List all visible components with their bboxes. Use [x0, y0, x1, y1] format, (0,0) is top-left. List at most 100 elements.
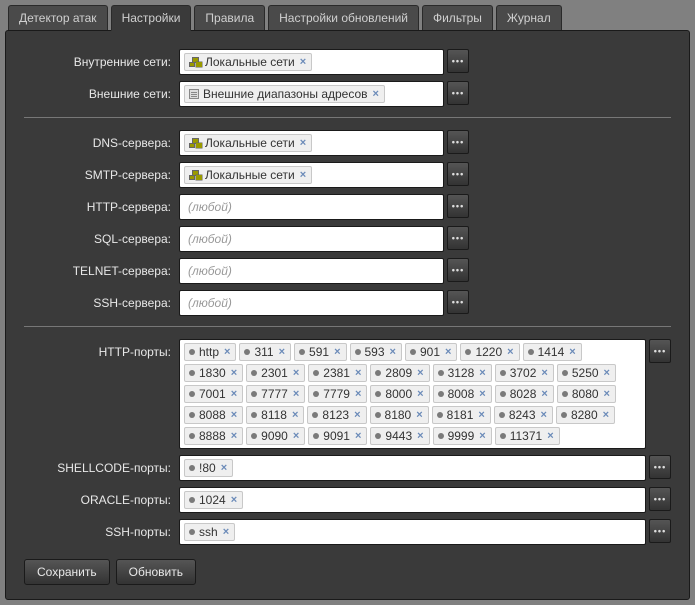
port-tag[interactable]: 8243×	[494, 406, 553, 424]
remove-tag-icon[interactable]: ×	[223, 346, 231, 358]
remove-tag-icon[interactable]: ×	[478, 388, 486, 400]
tag-local-nets[interactable]: Локальные сети×	[184, 53, 312, 71]
port-tag[interactable]: 2381×	[308, 364, 367, 382]
port-tag[interactable]: 9443×	[370, 427, 429, 445]
remove-tag-icon[interactable]: ×	[603, 367, 611, 379]
port-tag[interactable]: 8008×	[433, 385, 492, 403]
port-tag[interactable]: 3702×	[495, 364, 554, 382]
tag-local-nets[interactable]: Локальные сети×	[184, 134, 312, 152]
remove-tag-icon[interactable]: ×	[230, 388, 238, 400]
port-tag[interactable]: http×	[184, 343, 236, 361]
more-button[interactable]: •••	[447, 49, 469, 73]
port-tag[interactable]: 3128×	[433, 364, 492, 382]
more-button[interactable]: •••	[447, 226, 469, 250]
port-tag[interactable]: 5250×	[557, 364, 616, 382]
remove-tag-icon[interactable]: ×	[477, 409, 485, 421]
shellcode-ports-field[interactable]: !80×	[179, 455, 646, 481]
port-tag[interactable]: 8000×	[370, 385, 429, 403]
port-tag[interactable]: 1830×	[184, 364, 243, 382]
port-tag[interactable]: 901×	[405, 343, 457, 361]
remove-tag-icon[interactable]: ×	[444, 346, 452, 358]
more-button[interactable]: •••	[447, 258, 469, 282]
remove-tag-icon[interactable]: ×	[415, 409, 423, 421]
port-tag[interactable]: 9091×	[308, 427, 367, 445]
port-tag[interactable]: 8088×	[184, 406, 243, 424]
http-servers-field[interactable]: (любой)	[179, 194, 444, 220]
tab-1[interactable]: Настройки	[111, 5, 192, 31]
remove-tag-icon[interactable]: ×	[353, 409, 361, 421]
port-tag[interactable]: 2301×	[246, 364, 305, 382]
external-nets-field[interactable]: Внешние диапазоны адресов×	[179, 81, 444, 107]
ssh-servers-field[interactable]: (любой)	[179, 290, 444, 316]
oracle-ports-field[interactable]: 1024×	[179, 487, 646, 513]
remove-tag-icon[interactable]: ×	[372, 88, 380, 100]
tag-local-nets[interactable]: Локальные сети×	[184, 166, 312, 184]
port-tag[interactable]: 8180×	[370, 406, 429, 424]
remove-tag-icon[interactable]: ×	[354, 388, 362, 400]
remove-tag-icon[interactable]: ×	[478, 430, 486, 442]
remove-tag-icon[interactable]: ×	[602, 409, 610, 421]
port-tag[interactable]: 1414×	[523, 343, 582, 361]
port-tag[interactable]: 1024×	[184, 491, 243, 509]
remove-tag-icon[interactable]: ×	[222, 526, 230, 538]
port-tag[interactable]: 8888×	[184, 427, 243, 445]
port-tag[interactable]: 8123×	[307, 406, 366, 424]
remove-tag-icon[interactable]: ×	[230, 494, 238, 506]
more-button[interactable]: •••	[447, 162, 469, 186]
remove-tag-icon[interactable]: ×	[354, 430, 362, 442]
http-ports-field[interactable]: http×311×591×593×901×1220×1414× 1830×2301…	[179, 339, 646, 449]
remove-tag-icon[interactable]: ×	[292, 430, 300, 442]
remove-tag-icon[interactable]: ×	[478, 367, 486, 379]
remove-tag-icon[interactable]: ×	[220, 462, 228, 474]
port-tag[interactable]: 9090×	[246, 427, 305, 445]
tab-4[interactable]: Фильтры	[422, 5, 493, 30]
more-button[interactable]: •••	[649, 339, 671, 363]
remove-tag-icon[interactable]: ×	[292, 388, 300, 400]
more-button[interactable]: •••	[447, 130, 469, 154]
telnet-field[interactable]: (любой)	[179, 258, 444, 284]
port-tag[interactable]: 8280×	[556, 406, 615, 424]
remove-tag-icon[interactable]: ×	[354, 367, 362, 379]
smtp-field[interactable]: Локальные сети×	[179, 162, 444, 188]
remove-tag-icon[interactable]: ×	[540, 367, 548, 379]
port-tag[interactable]: 7001×	[184, 385, 243, 403]
port-tag[interactable]: 591×	[294, 343, 346, 361]
remove-tag-icon[interactable]: ×	[416, 430, 424, 442]
remove-tag-icon[interactable]: ×	[416, 388, 424, 400]
port-tag[interactable]: 7779×	[308, 385, 367, 403]
sql-field[interactable]: (любой)	[179, 226, 444, 252]
remove-tag-icon[interactable]: ×	[299, 56, 307, 68]
remove-tag-icon[interactable]: ×	[540, 409, 548, 421]
port-tag[interactable]: 311×	[239, 343, 291, 361]
port-tag[interactable]: 8181×	[432, 406, 491, 424]
remove-tag-icon[interactable]: ×	[568, 346, 576, 358]
port-tag[interactable]: 1220×	[460, 343, 519, 361]
port-tag[interactable]: ssh×	[184, 523, 235, 541]
remove-tag-icon[interactable]: ×	[299, 137, 307, 149]
port-tag[interactable]: 11371×	[495, 427, 560, 445]
remove-tag-icon[interactable]: ×	[540, 388, 548, 400]
remove-tag-icon[interactable]: ×	[389, 346, 397, 358]
tab-2[interactable]: Правила	[194, 5, 265, 30]
remove-tag-icon[interactable]: ×	[603, 388, 611, 400]
port-tag[interactable]: 593×	[350, 343, 402, 361]
port-tag[interactable]: 8080×	[557, 385, 616, 403]
remove-tag-icon[interactable]: ×	[230, 409, 238, 421]
port-tag[interactable]: 8028×	[495, 385, 554, 403]
tab-5[interactable]: Журнал	[496, 5, 562, 30]
tab-0[interactable]: Детектор атак	[8, 5, 108, 30]
remove-tag-icon[interactable]: ×	[291, 409, 299, 421]
ssh-ports-field[interactable]: ssh×	[179, 519, 646, 545]
refresh-button[interactable]: Обновить	[116, 559, 196, 585]
port-tag[interactable]: 2809×	[370, 364, 429, 382]
save-button[interactable]: Сохранить	[24, 559, 110, 585]
port-tag[interactable]: 9999×	[433, 427, 492, 445]
port-tag[interactable]: 7777×	[246, 385, 305, 403]
port-tag[interactable]: !80×	[184, 459, 233, 477]
more-button[interactable]: •••	[447, 290, 469, 314]
remove-tag-icon[interactable]: ×	[230, 430, 238, 442]
remove-tag-icon[interactable]: ×	[416, 367, 424, 379]
more-button[interactable]: •••	[649, 455, 671, 479]
more-button[interactable]: •••	[649, 519, 671, 543]
remove-tag-icon[interactable]: ×	[292, 367, 300, 379]
